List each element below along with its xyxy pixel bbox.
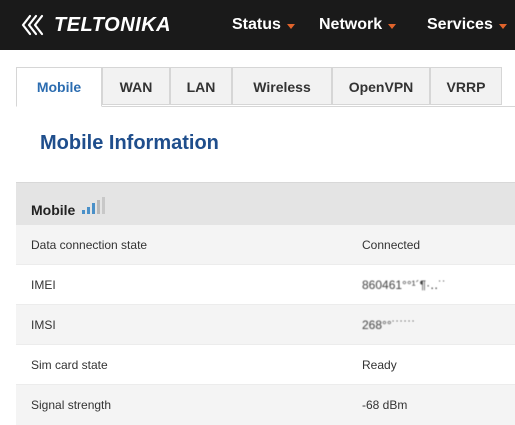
row-label: Signal strength <box>31 398 112 412</box>
logo-text: TELTONIKA <box>54 13 172 36</box>
chevron-down-icon <box>498 23 507 29</box>
table-row: Sim card state Ready <box>16 345 515 385</box>
tab-wan[interactable]: WAN <box>102 67 170 105</box>
row-value: 268°°˙˙˙˙˙˙ <box>362 318 416 332</box>
section-title: Mobile <box>31 197 106 218</box>
table-row: Data connection state Connected <box>16 225 515 265</box>
row-label: IMEI <box>31 278 56 292</box>
row-value: Ready <box>362 358 397 372</box>
teltonika-logo[interactable]: TELTONIKA <box>20 12 171 38</box>
table-row: Signal strength -68 dBm <box>16 385 515 425</box>
row-label: IMSI <box>31 318 56 332</box>
chevron-down-icon <box>388 23 397 29</box>
tab-mobile-label: Mobile <box>36 79 82 95</box>
page-title: Mobile Information <box>40 132 219 154</box>
table-row: IMEI 860461°°¹´¶·‥˙˙ <box>16 265 515 305</box>
tab-vrrp-label: VRRP <box>446 79 486 95</box>
row-value: -68 dBm <box>362 398 408 412</box>
tab-wan-label: WAN <box>119 79 153 95</box>
table-row: IMSI 268°°˙˙˙˙˙˙ <box>16 305 515 345</box>
nav-network-label: Network <box>319 16 383 33</box>
tab-vrrp[interactable]: VRRP <box>430 67 502 105</box>
signal-strength-icon <box>81 197 106 218</box>
nav-status-label: Status <box>232 16 281 33</box>
section-title-text: Mobile <box>31 202 76 218</box>
row-value: 860461°°¹´¶·‥˙˙ <box>362 278 447 292</box>
mobile-section-header: Mobile <box>16 182 515 226</box>
top-header-bar: TELTONIKA Status Network Services <box>0 0 515 50</box>
tab-lan-label: LAN <box>186 79 216 95</box>
tab-bar: Mobile WAN LAN Wireless OpenVPN VRRP <box>16 67 515 107</box>
tab-wireless-label: Wireless <box>253 79 311 95</box>
tab-wireless[interactable]: Wireless <box>232 67 332 105</box>
row-label: Sim card state <box>31 358 108 372</box>
row-value: Connected <box>362 238 421 252</box>
tab-openvpn[interactable]: OpenVPN <box>332 67 430 105</box>
tab-lan[interactable]: LAN <box>170 67 232 105</box>
tab-mobile[interactable]: Mobile <box>16 67 102 107</box>
nav-services[interactable]: Services <box>427 0 507 50</box>
nav-services-label: Services <box>427 16 493 33</box>
tab-openvpn-label: OpenVPN <box>348 79 414 95</box>
nav-status[interactable]: Status <box>232 0 295 50</box>
row-label: Data connection state <box>31 238 148 252</box>
nav-network[interactable]: Network <box>319 0 397 50</box>
teltonika-logo-icon <box>21 14 44 36</box>
chevron-down-icon <box>286 23 295 29</box>
